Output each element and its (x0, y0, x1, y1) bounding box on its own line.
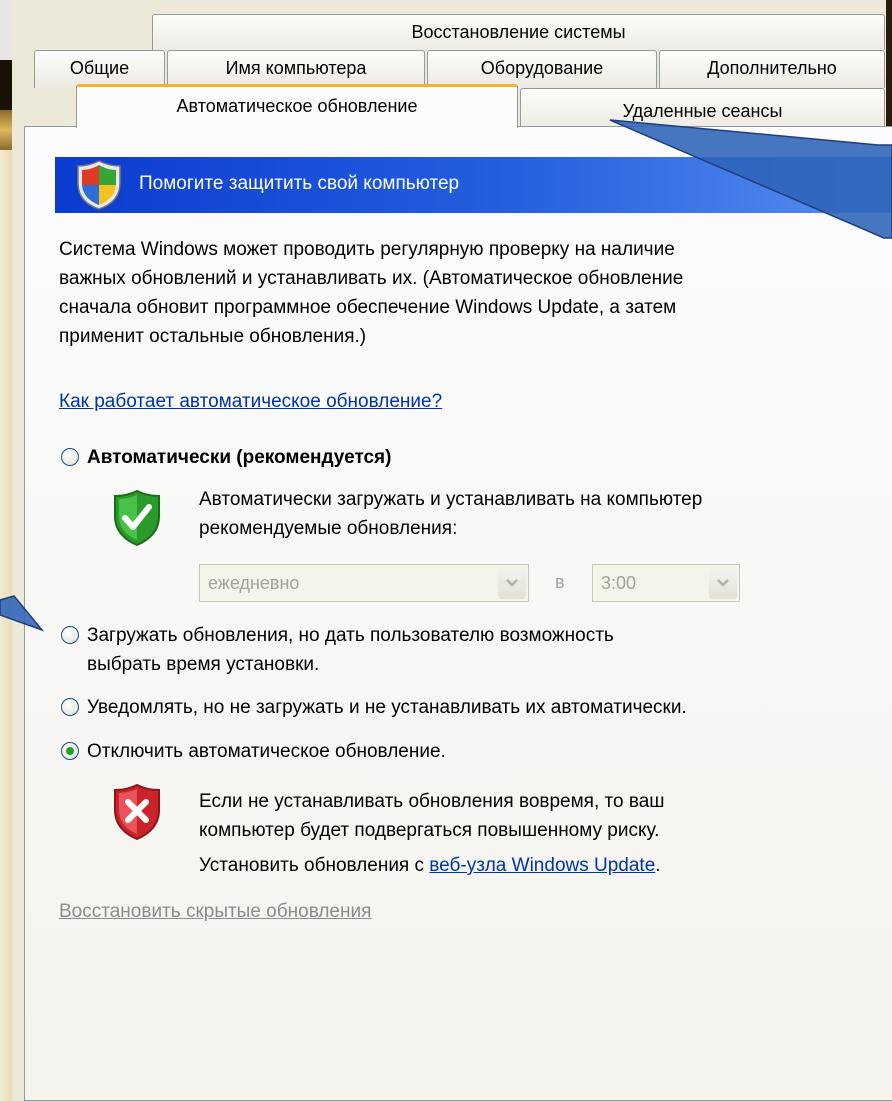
automatic-description: Автоматически загружать и устанавливать … (199, 485, 879, 543)
windows-security-shield-icon (77, 160, 121, 210)
at-label: в (555, 572, 565, 592)
option-download-line: выбрать время установки. (87, 654, 320, 675)
tab-general[interactable]: Общие (34, 50, 165, 88)
install-suffix: . (655, 855, 661, 876)
system-properties-dialog: Восстановление системы Общие Имя компьют… (12, 0, 892, 1101)
tab-hardware[interactable]: Оборудование (427, 50, 657, 88)
security-banner: Помогите защитить свой компьютер (55, 157, 892, 213)
radio-off[interactable] (61, 742, 79, 760)
intro-line: важных обновлений и устанавливать их. (А… (59, 268, 684, 289)
red-x-shield-icon (114, 783, 160, 841)
option-notify-label[interactable]: Уведомлять, но не загружать и не устанав… (87, 693, 687, 722)
warning-line: компьютер будет подвергаться повышенному… (199, 820, 660, 841)
tab-automatic-updates[interactable]: Автоматическое обновление (76, 84, 518, 128)
tab-advanced[interactable]: Дополнительно (659, 50, 885, 88)
tab-system-restore[interactable]: Восстановление системы (152, 14, 885, 50)
chevron-down-icon[interactable] (709, 567, 737, 599)
option-notify-row: Уведомлять, но не загружать и не устанав… (61, 693, 687, 722)
intro-text: Система Windows может проводить регулярн… (59, 235, 879, 351)
frequency-value: ежедневно (208, 573, 300, 593)
banner-title: Помогите защитить свой компьютер (139, 173, 460, 194)
restore-hidden-row: Восстановить скрытые обновления (59, 897, 879, 926)
description-line: Автоматически загружать и устанавливать … (199, 489, 703, 510)
option-download-label[interactable]: Загружать обновления, но дать пользовате… (87, 621, 614, 679)
radio-download[interactable] (61, 626, 79, 644)
tab-remote-sessions[interactable]: Удаленные сеансы (520, 88, 885, 128)
frequency-select[interactable]: ежедневно (199, 564, 529, 602)
warning-line: Если не устанавливать обновления вовремя… (199, 791, 665, 812)
radio-notify[interactable] (61, 698, 79, 716)
windows-update-site-link[interactable]: веб-узла Windows Update (429, 855, 655, 876)
help-link-row: Как работает автоматическое обновление? (59, 387, 879, 416)
intro-line: сначала обновит программное обеспечение … (59, 297, 677, 318)
slide-background-strip (0, 150, 12, 1101)
option-download-line: Загружать обновления, но дать пользовате… (87, 625, 614, 646)
chevron-down-icon[interactable] (498, 567, 526, 599)
time-select[interactable]: 3:00 (592, 564, 740, 602)
intro-line: применит остальные обновления.) (59, 326, 367, 347)
intro-line: Система Windows может проводить регулярн… (59, 239, 675, 260)
description-line: рекомендуемые обновления: (199, 518, 458, 539)
automatic-updates-panel: Помогите защитить свой компьютер Система… (24, 126, 892, 1101)
how-auto-update-works-link[interactable]: Как работает автоматическое обновление? (59, 391, 442, 412)
install-updates-line: Установить обновления с веб-узла Windows… (199, 851, 879, 880)
radio-automatic[interactable] (61, 448, 79, 466)
warning-text: Если не устанавливать обновления вовремя… (199, 787, 879, 880)
option-automatic-label[interactable]: Автоматически (рекомендуется) (87, 443, 391, 472)
tab-computer-name[interactable]: Имя компьютера (167, 50, 425, 88)
restore-hidden-updates-link[interactable]: Восстановить скрытые обновления (59, 901, 371, 922)
option-off-label[interactable]: Отключить автоматическое обновление. (87, 737, 446, 766)
option-download-row: Загружать обновления, но дать пользовате… (61, 621, 614, 679)
option-automatic-row: Автоматически (рекомендуется) (61, 443, 391, 472)
install-prefix: Установить обновления с (199, 855, 430, 876)
option-off-row: Отключить автоматическое обновление. (61, 737, 446, 766)
time-value: 3:00 (601, 573, 637, 593)
green-check-shield-icon (114, 489, 160, 547)
